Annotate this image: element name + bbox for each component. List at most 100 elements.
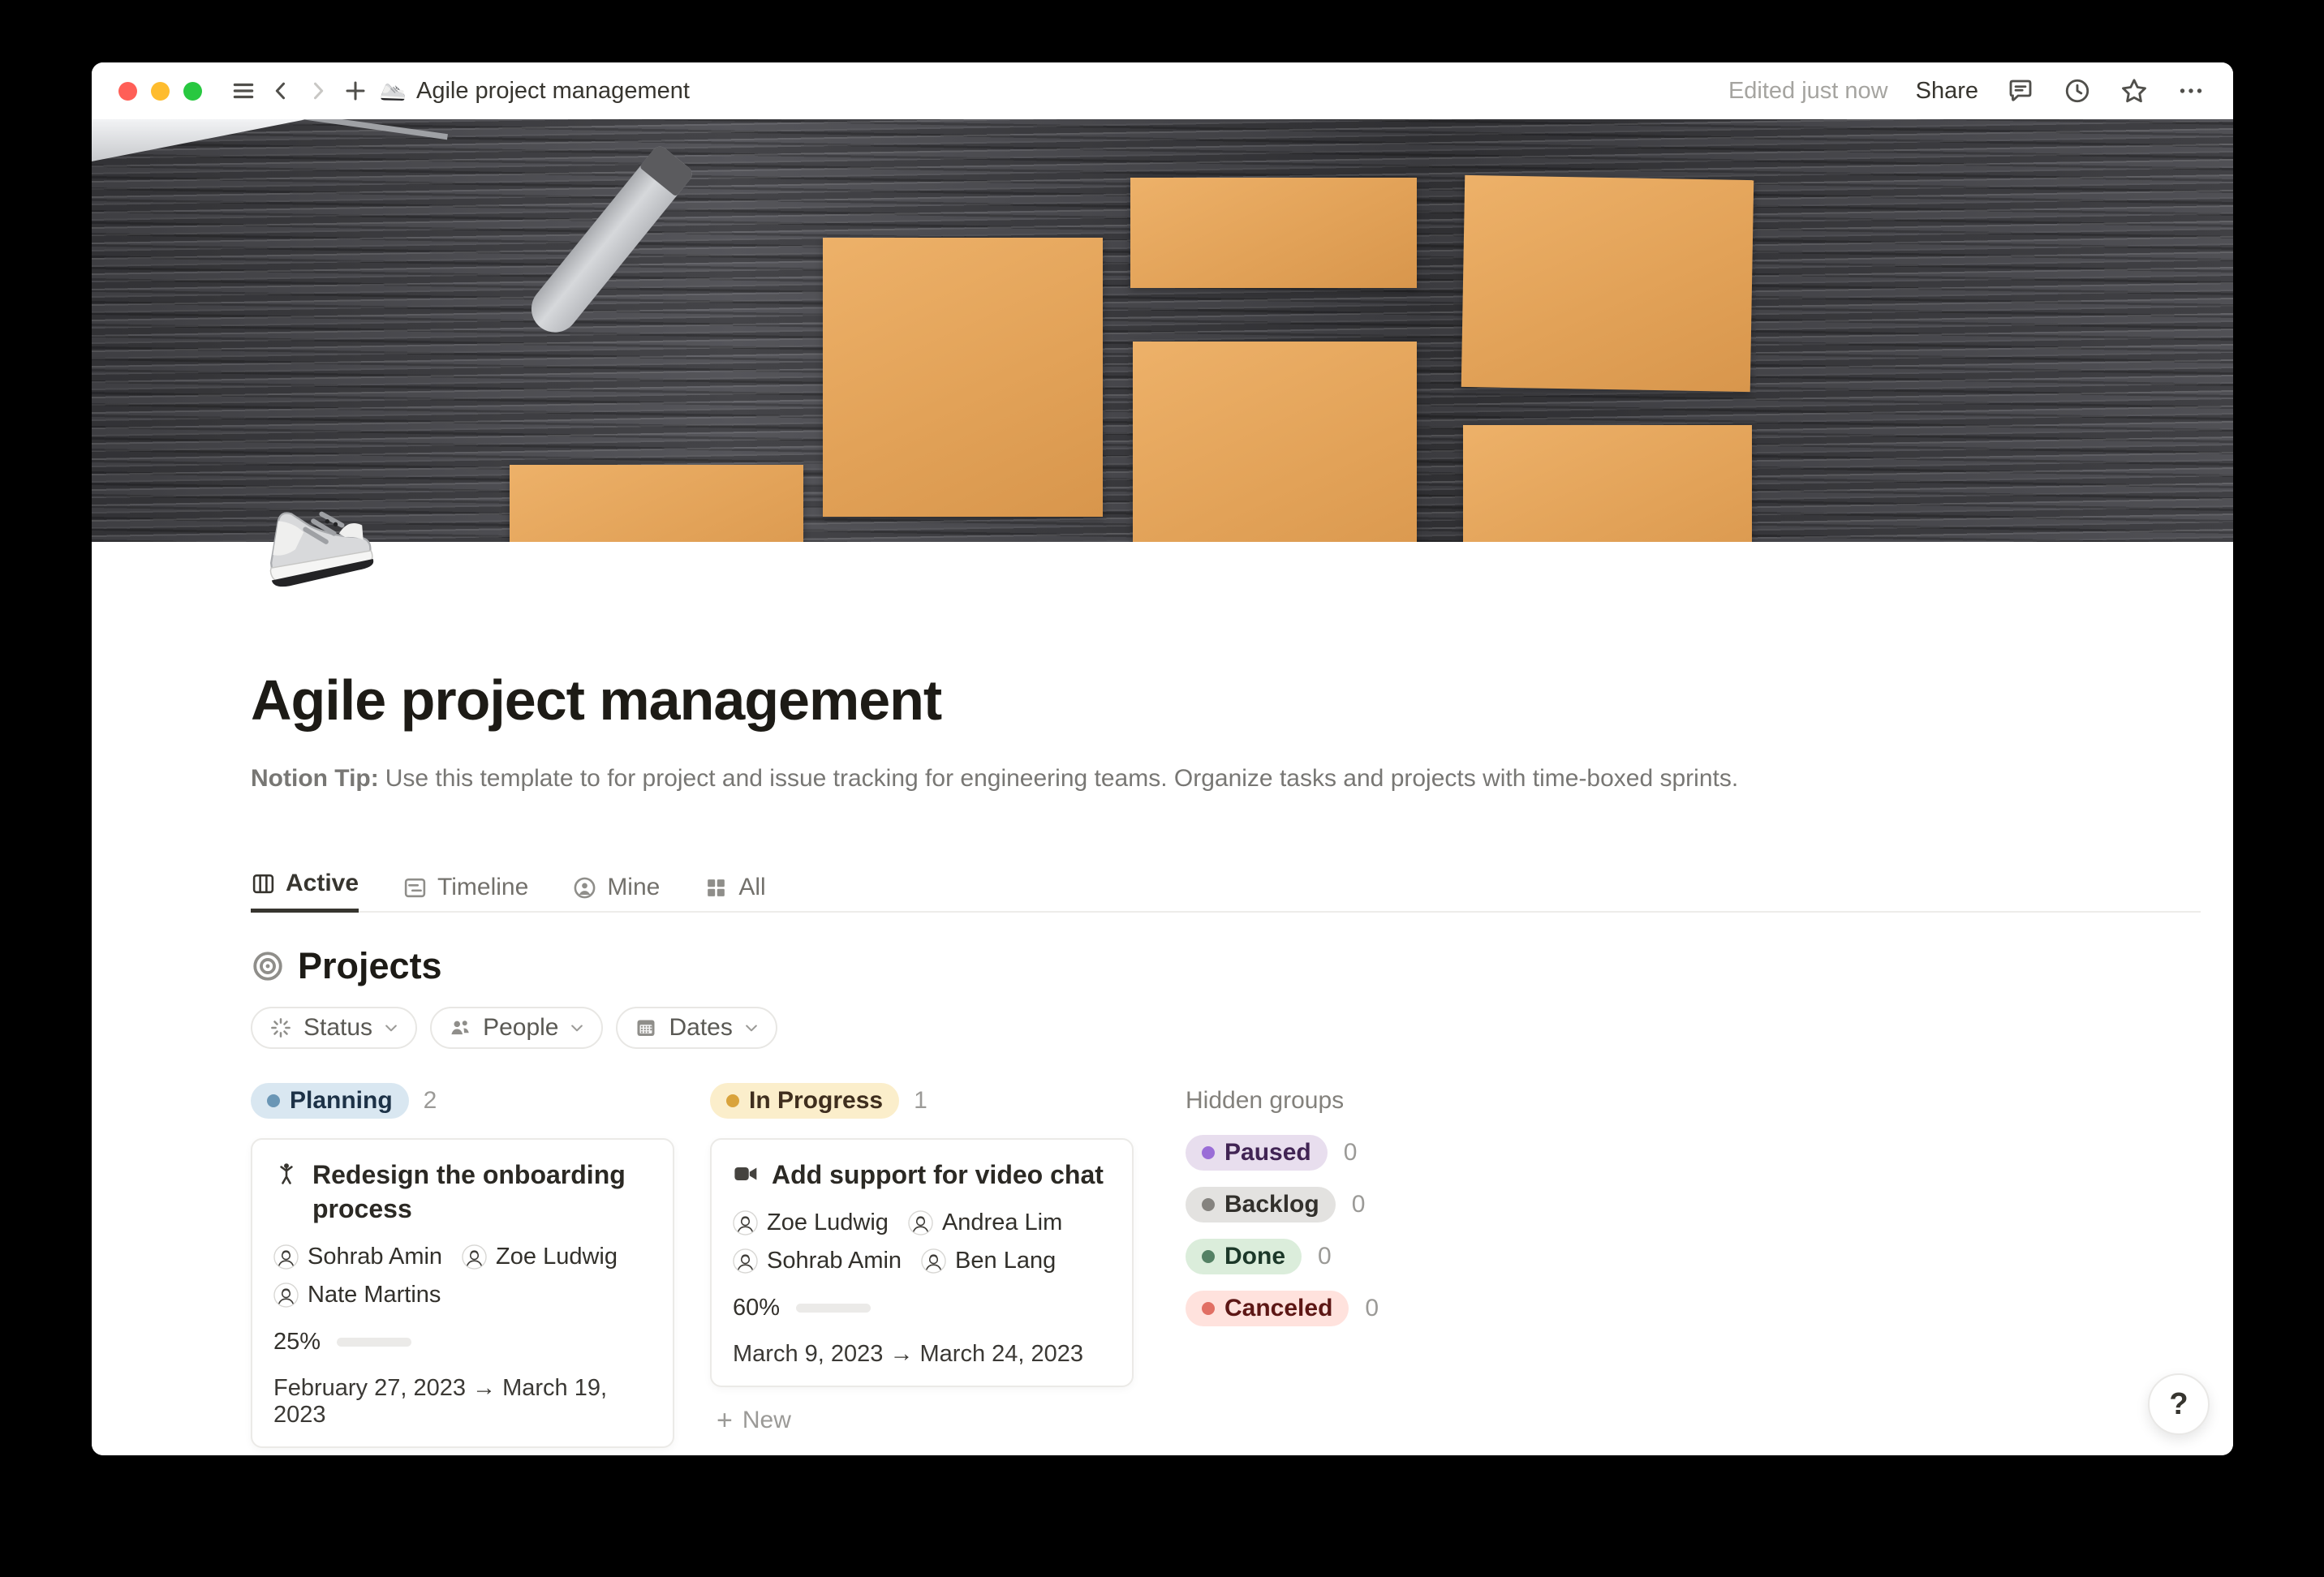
avatar [273, 1283, 299, 1308]
filter-label: Status [303, 1014, 372, 1042]
status-pill-done: Done [1186, 1239, 1302, 1274]
card-title: Redesign the onboarding process [312, 1158, 652, 1226]
more-options-button[interactable] [2176, 76, 2206, 105]
hidden-groups: Hidden groups Paused 0 Backlog 0 [1186, 1083, 1453, 1326]
nav-back-button[interactable] [262, 72, 299, 110]
group-count: 0 [1318, 1243, 1332, 1270]
column-in-progress: In Progress 1 Add support for video chat [710, 1083, 1134, 1434]
column-header[interactable]: In Progress 1 [710, 1083, 1134, 1119]
person-name: Zoe Ludwig [767, 1210, 889, 1236]
avatar [733, 1248, 758, 1274]
star-icon [2120, 76, 2149, 105]
progress-bar [796, 1304, 871, 1313]
page-breadcrumb-sneaker-icon [379, 77, 407, 105]
hidden-group-backlog[interactable]: Backlog 0 [1186, 1187, 1453, 1222]
tab-active[interactable]: Active [251, 870, 359, 913]
avatar [273, 1244, 299, 1270]
hidden-group-canceled[interactable]: Canceled 0 [1186, 1291, 1453, 1326]
ellipsis-icon [2176, 76, 2206, 105]
status-dot [726, 1094, 739, 1107]
column-header[interactable]: Planning 2 [251, 1083, 674, 1119]
chevron-left-icon [269, 79, 292, 102]
status-pill-in-progress: In Progress [710, 1083, 899, 1119]
notion-tip-text: Use this template to for project and iss… [385, 765, 1738, 792]
project-card-redesign-onboarding[interactable]: Redesign the onboarding process Sohrab A… [251, 1138, 674, 1448]
tab-all[interactable]: All [704, 874, 765, 913]
person-name: Ben Lang [955, 1248, 1056, 1274]
tab-timeline[interactable]: Timeline [402, 874, 528, 913]
progress-bar [337, 1338, 411, 1347]
minimize-button[interactable] [151, 82, 170, 101]
favorite-star-button[interactable] [2120, 76, 2149, 105]
hidden-groups-title: Hidden groups [1186, 1083, 1453, 1119]
status-pill-label: Done [1224, 1243, 1285, 1270]
column-planning: Planning 2 Redesign the onboarding proce… [251, 1083, 674, 1455]
status-pill-planning: Planning [251, 1083, 409, 1119]
card-people: Sohrab Amin Zoe Ludwig Nate Martins [273, 1244, 652, 1308]
status-dot [1202, 1146, 1215, 1159]
person-name: Nate Martins [308, 1282, 441, 1308]
status-pill-label: In Progress [749, 1087, 883, 1115]
status-dot [1202, 1302, 1215, 1315]
nav-forward-button[interactable] [299, 72, 337, 110]
comments-button[interactable] [2006, 76, 2035, 105]
filter-dates[interactable]: Dates [616, 1007, 777, 1049]
titlebar: Agile project management Edited just now… [92, 62, 2233, 119]
comment-icon [2006, 76, 2035, 105]
tab-label: All [738, 874, 765, 901]
page-icon-sneaker[interactable] [254, 468, 376, 606]
close-button[interactable] [118, 82, 137, 101]
sneaker-icon [239, 455, 391, 618]
status-dot [1202, 1250, 1215, 1263]
person-chip: Zoe Ludwig [733, 1210, 889, 1236]
column-count: 1 [914, 1087, 927, 1115]
chevron-down-icon [569, 1020, 585, 1036]
progress: 60% [733, 1296, 1111, 1320]
new-page-button[interactable] [337, 72, 374, 110]
pen-marker [522, 144, 695, 342]
card-date-range: February 27, 2023 → March 19, 2023 [273, 1375, 652, 1429]
tab-mine[interactable]: Mine [572, 874, 660, 913]
project-card-video-chat[interactable]: Add support for video chat Zoe Ludwig An… [710, 1138, 1134, 1387]
person-chip: Andrea Lim [908, 1210, 1062, 1236]
video-camera-icon [733, 1161, 759, 1187]
zoom-button[interactable] [183, 82, 202, 101]
tab-label: Timeline [437, 874, 528, 901]
person-chip: Sohrab Amin [273, 1244, 442, 1270]
avatar [733, 1210, 758, 1235]
chevron-down-icon [383, 1020, 399, 1036]
filter-label: Dates [669, 1014, 732, 1042]
sticky-note [823, 238, 1103, 517]
status-pill-label: Paused [1224, 1139, 1311, 1167]
help-button[interactable]: ? [2148, 1373, 2210, 1435]
person-chip: Nate Martins [273, 1282, 441, 1308]
status-pill-label: Canceled [1224, 1295, 1332, 1322]
hamburger-icon [231, 79, 256, 103]
edited-status: Edited just now [1728, 78, 1888, 105]
hidden-group-done[interactable]: Done 0 [1186, 1239, 1453, 1274]
sticky-note [1133, 342, 1417, 542]
notion-tip: Notion Tip:Use this template to for proj… [251, 762, 2201, 796]
view-tabs: Active Timeline Mine All [251, 866, 2201, 913]
plus-icon: + [717, 1407, 733, 1434]
card-people: Zoe Ludwig Andrea Lim Sohrab Amin B [733, 1210, 1111, 1274]
breadcrumb-page-title[interactable]: Agile project management [416, 78, 690, 105]
filter-status[interactable]: Status [251, 1007, 417, 1049]
calendar-icon [634, 1016, 658, 1040]
tab-label: Mine [607, 874, 660, 901]
share-button[interactable]: Share [1916, 78, 1978, 105]
notion-tip-label: Notion Tip: [251, 765, 379, 792]
card-title: Add support for video chat [772, 1158, 1104, 1192]
cover-paper-corner [92, 119, 307, 161]
sidebar-menu-button[interactable] [225, 72, 262, 110]
column-count: 2 [424, 1087, 437, 1115]
hidden-group-paused[interactable]: Paused 0 [1186, 1135, 1453, 1171]
plus-icon [343, 79, 368, 103]
person-chip: Zoe Ludwig [462, 1244, 618, 1270]
sticky-note [510, 465, 803, 542]
projects-title: Projects [298, 945, 442, 987]
filter-people[interactable]: People [430, 1007, 603, 1049]
new-card-button[interactable]: + New [710, 1407, 1134, 1434]
page-title[interactable]: Agile project management [251, 668, 2201, 733]
updates-clock-button[interactable] [2063, 76, 2092, 105]
